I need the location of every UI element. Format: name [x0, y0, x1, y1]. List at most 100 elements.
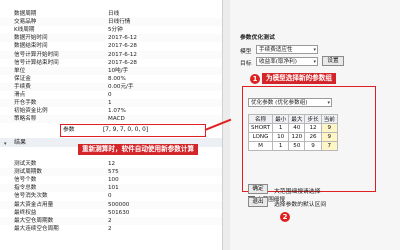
property-row[interactable]: 保证金 8.00%: [0, 75, 222, 83]
property-value: 0: [108, 92, 112, 98]
property-row[interactable]: 数据开始时间 2017-6-12: [0, 34, 222, 43]
property-value: 0: [108, 193, 112, 200]
param-table-row[interactable]: SHORT 1 40 12 9: [247, 123, 338, 133]
property-row[interactable]: 最大连续空仓周期 2: [0, 225, 222, 233]
param-table-header-cell: 最大: [288, 114, 306, 124]
model-label: 模型: [240, 49, 252, 55]
params-value: [7, 9, 7, 0, 0, 0]: [103, 127, 149, 133]
param-table-cell[interactable]: 12: [304, 123, 322, 133]
property-row[interactable]: K线周期 5分钟: [0, 26, 222, 34]
param-table-cell: M: [247, 141, 274, 151]
property-key: 开仓手数: [14, 100, 37, 107]
step-badge-1: 1: [250, 74, 260, 84]
param-table-cell[interactable]: 40: [288, 123, 306, 133]
property-value: 2017-6-12: [108, 35, 137, 42]
collapse-triangle-icon[interactable]: ▾: [4, 140, 7, 149]
property-row[interactable]: 交易品种 日线行情: [0, 18, 222, 27]
property-row[interactable]: 信号个数 100: [0, 176, 222, 184]
property-row[interactable]: 策略名称 MACD: [0, 115, 222, 124]
params-key: 参数: [63, 127, 75, 133]
property-key: 单位: [14, 67, 26, 74]
property-value: 日线行情: [108, 19, 131, 26]
optimize-section-title: 参数优化测试: [240, 35, 275, 41]
property-key: 交易品种: [14, 19, 37, 26]
model-select[interactable]: 手续费适应性 ▾: [256, 45, 318, 54]
cancel-button[interactable]: 退出: [248, 197, 268, 207]
property-row[interactable]: 测试天数 12: [0, 160, 222, 168]
property-value: 2017-6-12: [108, 51, 137, 58]
property-value: 575: [108, 169, 119, 176]
param-group-select[interactable]: 优化参数 (优化参数组) ▾: [248, 98, 332, 107]
chevron-down-icon: ▾: [313, 59, 316, 65]
property-row[interactable]: 指令总数 101: [0, 184, 222, 193]
param-table: 名称 最小 最大 步长 当前 SHORT 1 40 12 9 LONG 10 120 26 9 M 1 50 9 7: [247, 114, 338, 151]
note-wide-search: 大范围细搜请选择: [274, 189, 321, 195]
param-table-header-cell: 名称: [247, 114, 274, 124]
property-key: 最终权益: [14, 209, 37, 216]
property-row[interactable]: 信号消失次数 0: [0, 192, 222, 200]
param-table-cell[interactable]: 9: [304, 141, 322, 151]
property-row[interactable]: 最大空仓周期数 2: [0, 216, 222, 225]
settings-button[interactable]: 设置: [322, 56, 344, 66]
property-row[interactable]: 信号计算开始时间 2017-6-12: [0, 50, 222, 59]
property-row[interactable]: 信号计算结束时间 2017-6-28: [0, 59, 222, 67]
property-row[interactable]: 数据结束时间 2017-6-28: [0, 42, 222, 50]
main-window: 数据周期 日线交易品种 日线行情 K线周期 5分钟 数据开始时间 2017-6-12 数据结束…: [0, 0, 400, 250]
property-row[interactable]: 数据周期 日线: [0, 10, 222, 18]
param-table-cell[interactable]: 10: [272, 132, 290, 142]
property-value: 10吨/手: [108, 67, 129, 74]
property-value: 101: [108, 185, 119, 192]
ok-button[interactable]: 确定: [248, 184, 268, 194]
property-key: 滑点: [14, 92, 26, 98]
param-table-cell[interactable]: 1: [272, 123, 290, 133]
param-table-cell[interactable]: 50: [288, 141, 306, 151]
param-table-row[interactable]: LONG 10 120 26 9: [247, 132, 338, 142]
property-value: MACD: [108, 116, 125, 123]
property-value: 100: [108, 177, 119, 184]
property-key: 策略名称: [14, 116, 37, 123]
property-key: K线周期: [14, 27, 35, 34]
property-key: 最大空仓周期数: [14, 217, 54, 224]
chevron-down-icon: ▾: [327, 100, 330, 106]
property-value: 12: [108, 161, 116, 167]
param-table-cell[interactable]: 9: [320, 132, 338, 142]
param-table-cell[interactable]: 120: [288, 132, 306, 142]
property-grid: 数据周期 日线交易品种 日线行情 K线周期 5分钟 数据开始时间 2017-6-12 数据结束…: [0, 0, 223, 250]
grid-scrollbar[interactable]: [222, 0, 230, 250]
chevron-down-icon: ▾: [313, 47, 316, 53]
property-row[interactable]: 初始资金比例 1.07%: [0, 107, 222, 115]
property-value: 2: [108, 217, 112, 224]
property-key: 手续费: [14, 83, 31, 90]
property-value: 2017-6-28: [108, 59, 137, 66]
property-value: 500000: [108, 201, 130, 208]
property-key: 信号计算开始时间: [14, 51, 59, 58]
param-table-cell: SHORT: [247, 123, 274, 133]
target-select[interactable]: 收益率(取净利) ▾: [256, 57, 318, 66]
property-key: 测试周期数: [14, 169, 42, 176]
property-value: 日线: [108, 11, 120, 17]
property-row[interactable]: 单位 10吨/手: [0, 66, 222, 75]
params-row-highlight[interactable]: 参数 [7, 9, 7, 0, 0, 0]: [60, 124, 206, 137]
property-key: 数据结束时间: [14, 43, 48, 50]
property-row[interactable]: 最大资金占用量 500000: [0, 200, 222, 209]
property-row[interactable]: 最终权益 501630: [0, 209, 222, 217]
note-default-range: 选择参数的默认区间: [274, 202, 327, 208]
property-row[interactable]: 手续费 0.00元/手: [0, 82, 222, 91]
param-table-cell[interactable]: 7: [320, 141, 338, 151]
property-key: 数据周期: [14, 11, 37, 17]
property-row[interactable]: 开仓手数 1: [0, 99, 222, 108]
property-row[interactable]: 滑点 0: [0, 91, 222, 99]
property-value: 1: [108, 100, 112, 107]
property-value: 8.00%: [108, 75, 126, 82]
target-label: 目标: [240, 61, 252, 67]
param-table-header-cell: 当前: [320, 114, 338, 124]
property-key: 信号个数: [14, 177, 37, 184]
param-table-cell[interactable]: 1: [272, 141, 290, 151]
param-table-cell[interactable]: 9: [320, 123, 338, 133]
property-value: 2017-6-28: [108, 43, 137, 50]
property-row[interactable]: 测试周期数 575: [0, 168, 222, 177]
step-badge-2: 2: [280, 212, 290, 222]
param-table-row[interactable]: M 1 50 9 7: [247, 141, 338, 151]
param-table-cell[interactable]: 26: [304, 132, 322, 142]
right-panel: 参数优化测试 模型 手续费适应性 ▾ 目标 收益率(取净利) ▾ 设置 1 为模…: [230, 0, 400, 250]
